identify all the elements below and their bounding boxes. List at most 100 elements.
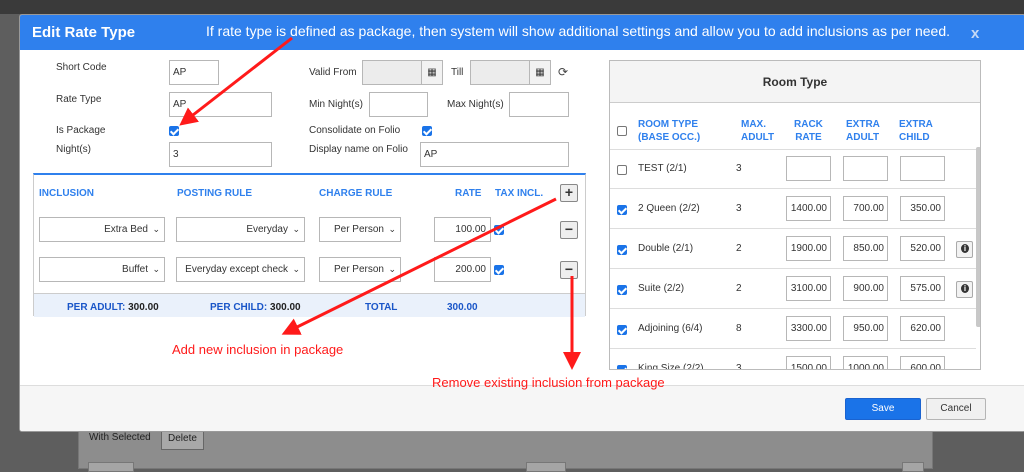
rack-rate-input[interactable]: 1900.00 xyxy=(786,236,831,261)
inclusion-select-value: Buffet xyxy=(122,264,148,275)
charge-rule-select-value: Per Person xyxy=(333,264,384,275)
is-package-label: Is Package xyxy=(56,125,106,136)
inclusions-table: INCLUSION POSTING RULE CHARGE RULE RATE … xyxy=(33,173,586,317)
per-adult-label: PER ADULT: xyxy=(67,302,126,313)
extra-child-input[interactable]: 350.00 xyxy=(900,196,945,221)
room-type-checkbox[interactable] xyxy=(617,365,627,369)
extra-adult-input[interactable]: 700.00 xyxy=(843,196,888,221)
extra-adult-input[interactable] xyxy=(843,156,888,181)
max-nights-label: Max Night(s) xyxy=(447,99,504,110)
charge-rule-select[interactable]: Per Person ⌄ xyxy=(319,217,401,242)
per-child-value: 300.00 xyxy=(270,302,301,313)
display-name-label: Display name on Folio xyxy=(309,144,408,155)
calendar-icon[interactable]: ▦ xyxy=(421,60,443,85)
annotation-add-inclusion: Add new inclusion in package xyxy=(172,342,344,357)
room-type-row: Suite (2/2) 2 3100.00 900.00 575.00 xyxy=(610,270,976,309)
rack-rate-input[interactable]: 3100.00 xyxy=(786,276,831,301)
max-adult-value: 2 xyxy=(736,243,742,254)
posting-rule-select[interactable]: Everyday ⌄ xyxy=(176,217,305,242)
max-adult-value: 3 xyxy=(736,203,742,214)
cancel-button[interactable]: Cancel xyxy=(926,398,986,420)
extra-adult-header: EXTRA ADULT xyxy=(846,118,880,144)
tax-incl-checkbox[interactable] xyxy=(494,265,504,275)
inclusion-select-value: Extra Bed xyxy=(104,224,148,235)
posting-rule-select-value: Everyday except check xyxy=(185,264,288,275)
extra-adult-input[interactable]: 850.00 xyxy=(843,236,888,261)
extra-child-input[interactable]: 600.00 xyxy=(900,356,945,369)
max-adult-value: 2 xyxy=(736,283,742,294)
room-type-name: Adjoining (6/4) xyxy=(638,323,703,334)
chevron-down-icon: ⌄ xyxy=(152,224,160,234)
short-code-input[interactable]: AP xyxy=(169,60,219,85)
rate-type-input[interactable]: AP xyxy=(169,92,272,117)
max-adult-value: 8 xyxy=(736,323,742,334)
rack-rate-input[interactable]: 1500.00 xyxy=(786,356,831,369)
chevron-down-icon: ⌄ xyxy=(152,264,160,274)
charge-rule-select[interactable]: Per Person ⌄ xyxy=(319,257,401,282)
chevron-down-icon: ⌄ xyxy=(388,224,396,234)
chevron-down-icon: ⌄ xyxy=(292,264,300,274)
rack-rate-input[interactable] xyxy=(786,156,831,181)
valid-from-input[interactable] xyxy=(362,60,422,85)
per-adult-value: 300.00 xyxy=(128,302,159,313)
calendar-icon[interactable]: ▦ xyxy=(529,60,551,85)
add-inclusion-button[interactable]: + xyxy=(560,184,578,202)
charge-rule-header: CHARGE RULE xyxy=(319,188,393,199)
posting-rule-select[interactable]: Everyday except check ⌄ xyxy=(176,257,305,282)
display-name-input[interactable]: AP xyxy=(420,142,569,167)
extra-child-input[interactable]: 620.00 xyxy=(900,316,945,341)
extra-child-input[interactable] xyxy=(900,156,945,181)
room-type-checkbox[interactable] xyxy=(617,245,627,255)
select-all-checkbox[interactable] xyxy=(617,126,627,136)
save-button[interactable]: Save xyxy=(845,398,921,420)
tax-incl-checkbox[interactable] xyxy=(494,225,504,235)
extra-adult-input[interactable]: 900.00 xyxy=(843,276,888,301)
till-input[interactable] xyxy=(470,60,530,85)
min-nights-label: Min Night(s) xyxy=(309,99,363,110)
info-icon[interactable] xyxy=(956,241,973,258)
total-value: 300.00 xyxy=(447,302,478,313)
is-package-checkbox[interactable] xyxy=(169,126,179,136)
rate-input[interactable]: 100.00 xyxy=(434,217,491,242)
inclusion-select[interactable]: Extra Bed ⌄ xyxy=(39,217,165,242)
refresh-icon[interactable]: ⟳ xyxy=(558,65,568,79)
max-adult-value: 3 xyxy=(736,363,742,370)
total-label: TOTAL xyxy=(365,302,398,313)
room-type-checkbox[interactable] xyxy=(617,165,627,175)
remove-inclusion-button[interactable]: − xyxy=(560,261,578,279)
inclusion-select[interactable]: Buffet ⌄ xyxy=(39,257,165,282)
room-type-header-sub: (BASE OCC.) xyxy=(638,132,701,143)
room-type-row: Adjoining (6/4) 8 3300.00 950.00 620.00 xyxy=(610,310,976,349)
room-type-row: King Size (2/2) 3 1500.00 1000.00 600.00 xyxy=(610,350,976,370)
rack-rate-header-sub: RATE xyxy=(795,132,822,143)
room-type-header: ROOM TYPE (BASE OCC.) xyxy=(638,118,700,144)
max-adult-value: 3 xyxy=(736,163,742,174)
max-adult-header: MAX. ADULT xyxy=(741,118,774,144)
extra-child-input[interactable]: 575.00 xyxy=(900,276,945,301)
room-type-checkbox[interactable] xyxy=(617,205,627,215)
tax-incl-header: TAX INCL. xyxy=(495,188,544,199)
room-type-checkbox[interactable] xyxy=(617,325,627,335)
rate-input[interactable]: 200.00 xyxy=(434,257,491,282)
remove-inclusion-button[interactable]: − xyxy=(560,221,578,239)
valid-from-label: Valid From xyxy=(309,67,357,78)
consolidate-checkbox[interactable] xyxy=(422,126,432,136)
inclusions-totals: PER ADULT: 300.00 PER CHILD: 300.00 TOTA… xyxy=(34,293,585,317)
nights-input[interactable]: 3 xyxy=(169,142,272,167)
rack-rate-input[interactable]: 1400.00 xyxy=(786,196,831,221)
posting-rule-select-value: Everyday xyxy=(246,224,288,235)
extra-adult-input[interactable]: 1000.00 xyxy=(843,356,888,369)
rack-rate-input[interactable]: 3300.00 xyxy=(786,316,831,341)
room-type-scrollbar[interactable] xyxy=(976,147,980,327)
info-icon[interactable] xyxy=(956,281,973,298)
edit-rate-type-modal: Edit Rate Type If rate type is defined a… xyxy=(19,14,1024,432)
min-nights-input[interactable] xyxy=(369,92,428,117)
close-icon[interactable]: x xyxy=(971,25,979,42)
extra-child-header-sub: CHILD xyxy=(899,132,930,143)
consolidate-label: Consolidate on Folio xyxy=(309,125,401,136)
extra-adult-input[interactable]: 950.00 xyxy=(843,316,888,341)
inclusion-header: INCLUSION xyxy=(39,188,94,199)
room-type-checkbox[interactable] xyxy=(617,285,627,295)
max-nights-input[interactable] xyxy=(509,92,569,117)
extra-child-input[interactable]: 520.00 xyxy=(900,236,945,261)
